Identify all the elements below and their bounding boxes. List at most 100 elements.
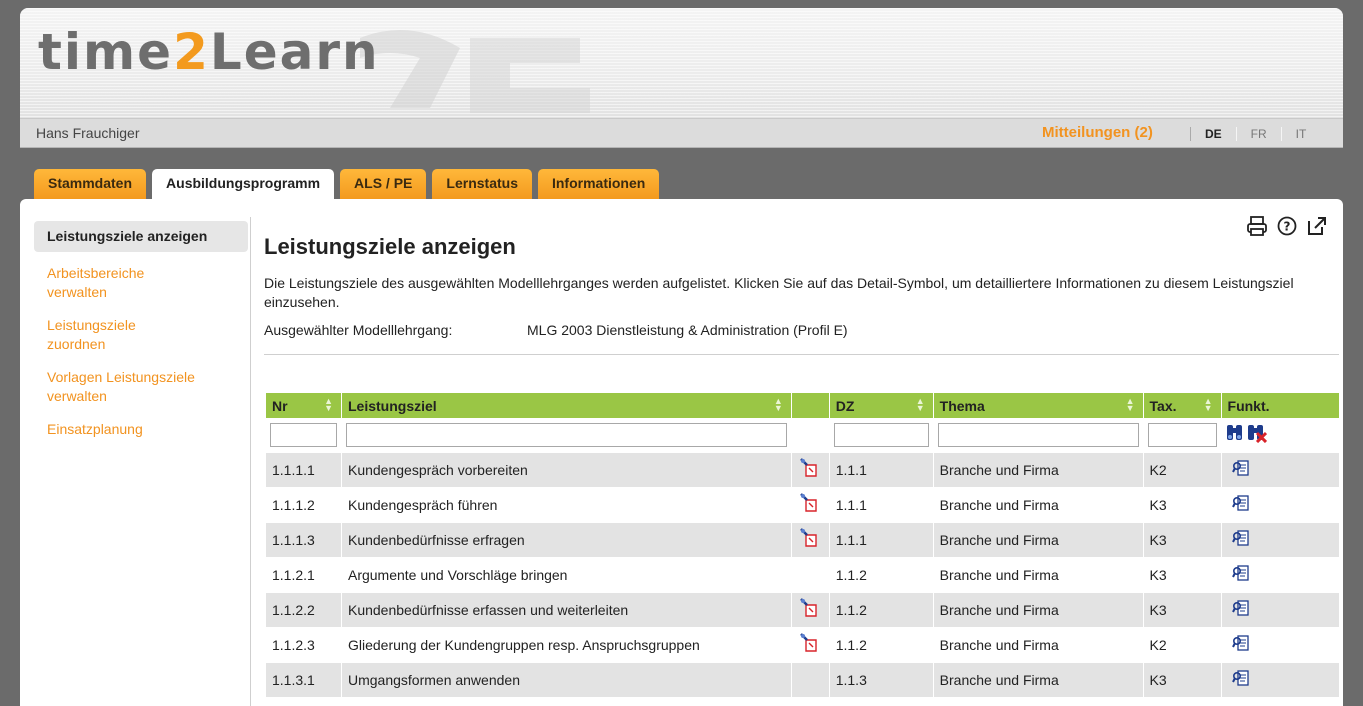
col-header-tax[interactable]: Tax. ▲ ▼ xyxy=(1142,393,1222,418)
sidebar-item-einsatzplanung[interactable]: Einsatzplanung xyxy=(34,420,248,439)
cell-dz: 1.1.1 xyxy=(828,451,934,487)
language-switcher: DE FR IT xyxy=(1190,127,1320,141)
sort-icon: ▲ ▼ xyxy=(1203,396,1213,413)
cell-tax: K3 xyxy=(1142,591,1222,627)
cell-funkt xyxy=(1220,591,1339,627)
header: time2Learn xyxy=(20,8,1343,118)
sidebar-item-vorlagen[interactable]: Vorlagen Leistungsziele verwalten xyxy=(34,368,234,406)
sidebar-item-arbeitsbereiche[interactable]: Arbeitsbereiche verwalten xyxy=(34,264,204,302)
detail-icon[interactable] xyxy=(1231,495,1250,515)
note-icon[interactable] xyxy=(800,458,820,481)
cell-nr: 1.1.2.3 xyxy=(265,626,342,662)
tab-ausbildungsprogramm[interactable]: Ausbildungsprogramm xyxy=(152,169,335,200)
user-bar: Hans Frauchiger Mitteilungen (2) DE FR I… xyxy=(20,118,1343,148)
col-header-note xyxy=(790,393,830,418)
table-row[interactable]: 1.1.2.3 Gliederung der Kundengruppen res… xyxy=(265,626,1339,662)
lang-de[interactable]: DE xyxy=(1190,127,1236,141)
table-row[interactable]: 1.1.1.3 Kundenbedürfnisse erfragen 1.1.1… xyxy=(265,521,1339,557)
cell-tax: K3 xyxy=(1142,661,1222,697)
tab-stammdaten[interactable]: Stammdaten xyxy=(34,169,147,199)
cell-tax: K3 xyxy=(1142,556,1222,592)
filter-tax-input[interactable] xyxy=(1147,422,1217,447)
svg-text:?: ? xyxy=(1284,220,1291,234)
cell-leistungsziel: Kundenbedürfnisse erfragen xyxy=(340,521,792,557)
cell-dz: 1.1.1 xyxy=(828,486,934,522)
sidebar-item-leistungsziele-zuordnen[interactable]: Leistungsziele zuordnen xyxy=(34,316,184,354)
cell-note xyxy=(790,661,830,697)
app-window: time2Learn Hans Frauchiger Mitteilungen … xyxy=(20,8,1343,706)
lang-fr[interactable]: FR xyxy=(1235,127,1281,141)
sidebar: Leistungsziele anzeigen Arbeitsbereiche … xyxy=(34,221,248,453)
logo-watermark xyxy=(360,30,590,113)
cell-nr: 1.1.1.2 xyxy=(265,486,342,522)
detail-icon[interactable] xyxy=(1231,635,1250,655)
main-tabs: Stammdaten Ausbildungsprogramm ALS / PE … xyxy=(34,169,665,200)
note-icon[interactable] xyxy=(800,633,820,656)
search-icon[interactable] xyxy=(1226,423,1244,446)
col-header-funkt: Funkt. xyxy=(1220,393,1339,418)
filter-dz-input[interactable] xyxy=(833,422,929,447)
model-value: MLG 2003 Dienstleistung & Administration… xyxy=(527,322,848,338)
sidebar-item-leistungsziele-anzeigen[interactable]: Leistungsziele anzeigen xyxy=(34,221,248,252)
cell-tax: K2 xyxy=(1142,451,1222,487)
col-header-nr[interactable]: Nr ▲ ▼ xyxy=(265,393,342,418)
tab-informationen[interactable]: Informationen xyxy=(537,169,660,199)
cell-funkt xyxy=(1220,661,1339,697)
cell-tax: K3 xyxy=(1142,486,1222,522)
filter-leistungsziel-input[interactable] xyxy=(345,422,787,447)
cell-dz: 1.1.2 xyxy=(828,591,934,627)
cell-thema: Branche und Firma xyxy=(932,486,1144,522)
cell-funkt xyxy=(1220,521,1339,557)
lang-it[interactable]: IT xyxy=(1280,127,1321,141)
note-icon[interactable] xyxy=(800,598,820,621)
app-logo[interactable]: time2Learn xyxy=(38,22,380,82)
table-row[interactable]: 1.1.2.2 Kundenbedürfnisse erfassen und w… xyxy=(265,591,1339,627)
cell-nr: 1.1.1.1 xyxy=(265,451,342,487)
filter-thema-input[interactable] xyxy=(937,422,1139,447)
page-title: Leistungsziele anzeigen xyxy=(264,234,516,259)
cell-leistungsziel: Kundengespräch führen xyxy=(340,486,792,522)
sidebar-divider xyxy=(250,217,251,706)
cell-note xyxy=(790,626,830,662)
detail-icon[interactable] xyxy=(1231,530,1250,550)
clear-filter-icon[interactable] xyxy=(1247,423,1268,446)
cell-leistungsziel: Kundenbedürfnisse erfassen und weiterlei… xyxy=(340,591,792,627)
cell-funkt xyxy=(1220,626,1339,662)
messages-link[interactable]: Mitteilungen (2) xyxy=(1042,124,1153,141)
cell-funkt xyxy=(1220,486,1339,522)
cell-thema: Branche und Firma xyxy=(932,591,1144,627)
cell-note xyxy=(790,521,830,557)
cell-nr: 1.1.1.3 xyxy=(265,521,342,557)
col-header-thema[interactable]: Thema ▲ ▼ xyxy=(932,393,1144,418)
detail-icon[interactable] xyxy=(1231,670,1250,690)
note-icon[interactable] xyxy=(800,493,820,516)
detail-icon[interactable] xyxy=(1231,565,1250,585)
cell-thema: Branche und Firma xyxy=(932,661,1144,697)
cell-leistungsziel: Argumente und Vorschläge bringen xyxy=(340,556,792,592)
detail-icon[interactable] xyxy=(1231,460,1250,480)
table-row[interactable]: 1.1.2.1 Argumente und Vorschläge bringen… xyxy=(265,556,1339,592)
table-body: 1.1.1.1 Kundengespräch vorbereiten 1.1.1… xyxy=(265,451,1339,697)
table-row[interactable]: 1.1.3.1 Umgangsformen anwenden 1.1.3 Bra… xyxy=(265,661,1339,697)
detail-icon[interactable] xyxy=(1231,600,1250,620)
tab-lernstatus[interactable]: Lernstatus xyxy=(432,169,532,199)
cell-note xyxy=(790,556,830,592)
table-row[interactable]: 1.1.1.1 Kundengespräch vorbereiten 1.1.1… xyxy=(265,451,1339,487)
filter-nr-input[interactable] xyxy=(270,422,337,447)
cell-thema: Branche und Firma xyxy=(932,556,1144,592)
col-header-leistungsziel[interactable]: Leistungsziel ▲ ▼ xyxy=(340,393,792,418)
user-name: Hans Frauchiger xyxy=(36,125,140,141)
cell-thema: Branche und Firma xyxy=(932,451,1144,487)
cell-leistungsziel: Gliederung der Kundengruppen resp. Anspr… xyxy=(340,626,792,662)
note-icon[interactable] xyxy=(800,528,820,551)
cell-funkt xyxy=(1220,451,1339,487)
sort-icon: ▲ ▼ xyxy=(324,396,333,413)
tab-als-pe[interactable]: ALS / PE xyxy=(340,169,427,199)
cell-nr: 1.1.3.1 xyxy=(265,661,342,697)
table-row[interactable]: 1.1.1.2 Kundengespräch führen 1.1.1 Bran… xyxy=(265,486,1339,522)
model-row: Ausgewählter Modelllehrgang: MLG 2003 Di… xyxy=(264,322,1339,338)
leistungsziele-table: Nr ▲ ▼ Leistungsziel ▲ ▼ DZ ▲ ▼ Thema ▲ ▼ Tax. ▲ ▼… xyxy=(265,393,1339,697)
cell-dz: 1.1.2 xyxy=(828,626,934,662)
col-header-dz[interactable]: DZ ▲ ▼ xyxy=(828,393,934,418)
sort-icon: ▲ ▼ xyxy=(1125,396,1135,413)
